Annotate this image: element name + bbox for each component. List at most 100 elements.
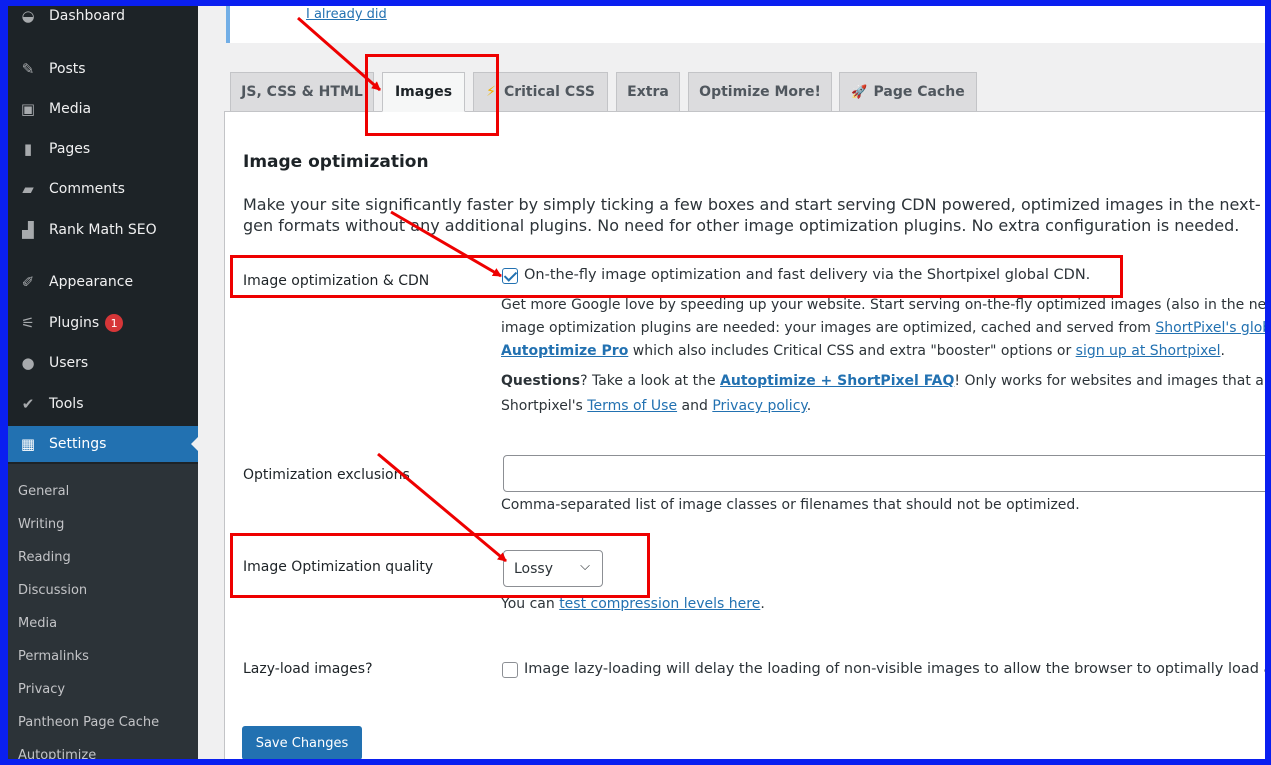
users-icon: ●: [21, 354, 35, 372]
text: .: [760, 596, 765, 612]
cdn-label: Image optimization & CDN: [243, 273, 430, 289]
lazy-load-checkbox-label: Image lazy-loading will delay the loadin…: [524, 661, 1265, 677]
plug-icon: ⚟: [21, 314, 35, 332]
settings-submenu: General Writing Reading Discussion Media…: [8, 464, 198, 759]
cdn-description-line: image optimization plugins are needed: y…: [501, 317, 1265, 340]
submenu-item-general[interactable]: General: [8, 476, 198, 506]
text: ? Take a look at the: [580, 373, 721, 389]
sidebar-item-label: Tools: [49, 396, 84, 412]
sidebar-item-tools[interactable]: ✔ Tools: [8, 386, 198, 422]
rocket-icon: 🚀: [851, 84, 868, 100]
comment-icon: ▰: [22, 180, 34, 198]
autoptimize-pro-link[interactable]: Autoptimize Pro: [501, 343, 628, 359]
exclusions-label: Optimization exclusions: [243, 467, 410, 483]
text: which also includes Critical CSS and ext…: [628, 343, 1076, 359]
pages-icon: ▮: [23, 140, 33, 158]
sidebar-item-label: Settings: [49, 436, 107, 452]
media-icon: ▣: [20, 100, 36, 118]
sidebar-item-label: Pages: [49, 141, 91, 157]
tab-label: Page Cache: [873, 84, 965, 100]
text: Shortpixel's: [501, 398, 588, 414]
tab-label: Optimize More!: [699, 84, 821, 100]
text: and: [677, 398, 713, 414]
tab-optimize-more[interactable]: Optimize More!: [688, 72, 832, 112]
text: ! Only works for websites and images tha…: [954, 373, 1265, 389]
lazy-load-label: Lazy-load images?: [243, 661, 373, 677]
rank-math-icon: ▟: [22, 221, 34, 239]
chevron-down-icon: ⌵: [580, 559, 590, 574]
already-did-link[interactable]: I already did: [306, 7, 387, 22]
sidebar-item-label: Users: [49, 355, 89, 371]
section-heading: Image optimization: [243, 152, 429, 172]
sidebar-item-label: Appearance: [49, 274, 134, 290]
sidebar-item-label: Rank Math SEO: [49, 222, 157, 238]
update-count-badge: 1: [105, 314, 124, 332]
text: You can: [501, 596, 560, 612]
submenu-item-reading[interactable]: Reading: [8, 542, 198, 572]
sidebar-item-media[interactable]: ▣ Media: [8, 91, 198, 127]
sidebar-item-label: Comments: [49, 181, 125, 197]
shortpixel-cdn-link[interactable]: ShortPixel's global CDN: [1155, 320, 1265, 336]
quality-selected-value: Lossy: [514, 560, 553, 577]
text: .: [1220, 343, 1225, 359]
cdn-checkbox-label: On-the-fly image optimization and fast d…: [524, 267, 1091, 283]
tab-images[interactable]: Images: [382, 72, 465, 112]
sidebar-item-users[interactable]: ● Users: [8, 345, 198, 381]
tab-page-cache[interactable]: 🚀 Page Cache: [839, 72, 977, 112]
submenu-item-writing[interactable]: Writing: [8, 509, 198, 539]
terms-of-use-link[interactable]: Terms of Use: [587, 398, 677, 414]
submenu-item-privacy[interactable]: Privacy: [8, 674, 198, 704]
tab-label: JS, CSS & HTML: [241, 84, 363, 100]
text: image optimization plugins are needed: y…: [501, 320, 1156, 336]
sidebar-item-appearance[interactable]: ✐ Appearance: [8, 264, 198, 300]
section-intro: Make your site significantly faster by s…: [243, 195, 1261, 235]
lazy-load-checkbox[interactable]: [502, 662, 518, 678]
faq-link[interactable]: Autoptimize + ShortPixel FAQ: [720, 373, 954, 389]
tab-js-css-html[interactable]: JS, CSS & HTML: [230, 72, 374, 112]
pin-icon: ✎: [21, 60, 35, 78]
sidebar-item-settings[interactable]: ▦ Settings: [8, 426, 199, 462]
test-compression-link[interactable]: test compression levels here: [559, 596, 760, 612]
active-indicator: [191, 436, 199, 452]
submenu-item-autoptimize[interactable]: Autoptimize: [8, 740, 198, 760]
sidebar-item-comments[interactable]: ▰ Comments: [8, 171, 198, 207]
sidebar-item-posts[interactable]: ✎ Posts: [8, 51, 198, 87]
sidebar-item-rank-math-seo[interactable]: ▟ Rank Math SEO: [8, 212, 198, 248]
dashboard-icon: ◒: [21, 7, 35, 25]
save-changes-button[interactable]: Save Changes: [242, 726, 362, 759]
sidebar-item-label: Plugins: [49, 315, 100, 331]
submenu-item-discussion[interactable]: Discussion: [8, 575, 198, 605]
sidebar-item-label: Posts: [49, 61, 86, 77]
submenu-item-permalinks[interactable]: Permalinks: [8, 641, 198, 671]
quality-label: Image Optimization quality: [243, 559, 434, 575]
submenu-item-pantheon-page-cache[interactable]: Pantheon Page Cache: [8, 707, 198, 737]
text: .: [806, 398, 812, 414]
exclusions-input[interactable]: [503, 455, 1265, 492]
privacy-policy-link[interactable]: Privacy policy: [712, 398, 806, 414]
tab-critical-css[interactable]: ⚡ Critical CSS: [473, 72, 608, 112]
tab-label: Extra: [627, 84, 669, 100]
quality-help: You can test compression levels here.: [501, 593, 765, 616]
admin-notice: I already did: [226, 6, 1265, 43]
cdn-description-line: Get more Google love by speeding up your…: [501, 297, 1265, 313]
submenu-item-media[interactable]: Media: [8, 608, 198, 638]
cdn-description-line: Shortpixel's Terms of Use and Privacy po…: [501, 395, 811, 418]
settings-icon: ▦: [20, 435, 36, 453]
questions-label: Questions: [501, 373, 581, 389]
brush-icon: ✐: [21, 273, 35, 291]
admin-sidebar: ◒ Dashboard ✎ Posts ▣ Media ▮ Pages ▰ Co…: [8, 6, 199, 759]
cdn-description-line: Questions? Take a look at the Autoptimiz…: [501, 370, 1265, 393]
window-frame: ◒ Dashboard ✎ Posts ▣ Media ▮ Pages ▰ Co…: [8, 6, 1265, 759]
cdn-checkbox[interactable]: [502, 268, 518, 284]
quality-select[interactable]: Lossy ⌵: [503, 550, 603, 587]
tab-extra[interactable]: Extra: [616, 72, 680, 112]
sidebar-item-label: Dashboard: [49, 8, 125, 24]
sidebar-item-plugins[interactable]: ⚟ Plugins 1: [8, 305, 198, 341]
shortpixel-signup-link[interactable]: sign up at Shortpixel: [1076, 343, 1221, 359]
exclusions-help: Comma-separated list of image classes or…: [501, 497, 1080, 513]
sidebar-item-dashboard[interactable]: ◒ Dashboard: [8, 6, 198, 34]
tab-label: Critical CSS: [503, 84, 595, 100]
sidebar-item-pages[interactable]: ▮ Pages: [8, 131, 198, 167]
tab-label: Images: [394, 84, 453, 100]
cdn-description-line: Autoptimize Pro which also includes Crit…: [501, 340, 1225, 363]
